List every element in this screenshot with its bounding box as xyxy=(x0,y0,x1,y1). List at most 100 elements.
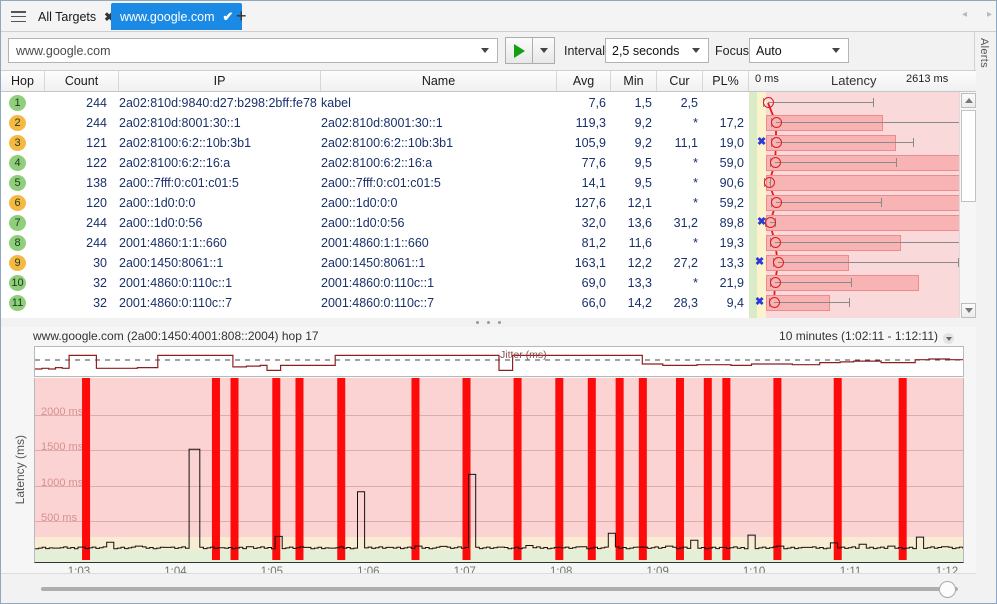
column-header-name[interactable]: Name xyxy=(321,71,557,91)
latency-column-title: Latency xyxy=(831,73,877,88)
nav-next-icon[interactable]: ▸ xyxy=(987,9,992,23)
packet-loss-bar xyxy=(272,378,281,560)
avg-cell: 14,1 xyxy=(581,176,606,190)
tab-all-targets[interactable]: All Targets ✖ xyxy=(29,3,123,30)
app-window: All Targets ✖ www.google.com ✔ + ◂ ▸ www… xyxy=(0,0,997,604)
ip-cell: 2a02:810d:8001:30::1 xyxy=(119,116,241,130)
scrollbar-handle[interactable] xyxy=(939,581,956,598)
latency-column-header: 0 ms Latency 2613 ms xyxy=(749,71,976,92)
hop-badge: 4 xyxy=(9,155,26,171)
column-header-hop[interactable]: Hop xyxy=(1,71,45,91)
interval-select[interactable]: 2,5 seconds xyxy=(605,38,709,63)
cur-cell: 11,1 xyxy=(674,136,698,150)
scrollbar-track[interactable] xyxy=(41,587,958,591)
column-header-min[interactable]: Min xyxy=(611,71,657,91)
avg-cell: 7,6 xyxy=(588,96,606,110)
latency-row: ✖ xyxy=(749,293,959,313)
latency-avg-marker xyxy=(773,257,784,268)
target-input[interactable]: www.google.com xyxy=(8,38,498,63)
latency-avg-marker xyxy=(771,197,782,208)
interval-value: 2,5 seconds xyxy=(612,43,680,58)
chevron-down-icon[interactable] xyxy=(481,48,489,53)
tab-label: www.google.com xyxy=(120,9,215,24)
pl-cell: 9,4 xyxy=(726,296,744,310)
column-header-ip[interactable]: IP xyxy=(119,71,321,91)
name-cell: 2a02:8100:6:2::16:a xyxy=(321,156,433,170)
column-header-count[interactable]: Count xyxy=(45,71,119,91)
avg-cell: 66,0 xyxy=(581,296,606,310)
latency-bars: ✖ ✖ ✖ ✖ xyxy=(749,92,976,318)
packet-loss-bar xyxy=(337,378,346,560)
avg-cell: 119,3 xyxy=(575,116,606,130)
min-cell: 1,5 xyxy=(634,96,652,110)
cur-cell: * xyxy=(693,276,698,290)
column-header-cur[interactable]: Cur xyxy=(657,71,703,91)
hop-cell: 4 xyxy=(1,153,45,173)
ip-cell: 2a00::1d0:0:56 xyxy=(119,216,203,230)
packet-loss-bar xyxy=(615,378,624,560)
count-cell: 244 xyxy=(86,116,107,130)
latency-avg-marker xyxy=(770,157,781,168)
cur-cell: 31,2 xyxy=(673,216,698,230)
pl-cell: 59,0 xyxy=(719,156,744,170)
start-options-button[interactable] xyxy=(533,37,555,64)
tab-google[interactable]: www.google.com ✔ xyxy=(111,3,243,30)
packet-loss-bar xyxy=(722,378,731,560)
count-cell: 30 xyxy=(93,256,107,270)
scroll-down-button[interactable] xyxy=(961,303,976,318)
hop-badge: 5 xyxy=(9,175,26,191)
pl-cell: 59,2 xyxy=(719,196,744,210)
packet-loss-bar xyxy=(898,378,907,560)
new-tab-button[interactable]: + xyxy=(236,7,247,25)
avg-cell: 127,6 xyxy=(574,196,606,210)
count-cell: 122 xyxy=(86,156,107,170)
check-icon: ✔ xyxy=(222,8,234,24)
scroll-up-button[interactable] xyxy=(961,93,976,108)
jitter-line xyxy=(35,354,963,371)
latency-row: ✖ xyxy=(749,133,959,153)
latency-axis-max: 2613 ms xyxy=(906,73,949,85)
column-header-avg[interactable]: Avg xyxy=(557,71,611,91)
count-cell: 32 xyxy=(93,276,107,290)
menu-icon[interactable] xyxy=(11,11,26,23)
ip-cell: 2a02:8100:6:2::16:a xyxy=(119,156,231,170)
detail-time-range[interactable]: 10 minutes (1:02:11 - 1:12:11) xyxy=(779,329,938,343)
focus-select[interactable]: Auto xyxy=(749,38,849,63)
packet-loss-bar xyxy=(513,378,522,560)
hop-badge: 9 xyxy=(9,255,26,271)
start-button[interactable] xyxy=(505,37,533,64)
jitter-plot xyxy=(35,354,963,371)
play-icon xyxy=(513,43,525,58)
packet-loss-marker: ✖ xyxy=(757,136,767,148)
packet-loss-bar xyxy=(773,378,782,560)
table-scrollbar[interactable] xyxy=(959,92,976,318)
latency-line xyxy=(35,448,963,550)
hop-cell: 2 xyxy=(1,113,45,133)
focus-value: Auto xyxy=(756,43,782,58)
nav-prev-icon[interactable]: ◂ xyxy=(962,9,967,23)
avg-cell: 163,1 xyxy=(574,256,606,270)
packet-loss-bar xyxy=(703,378,712,560)
packet-loss-bar xyxy=(638,378,647,560)
hop-badge: 10 xyxy=(9,275,26,291)
scrollbar-thumb[interactable] xyxy=(961,110,976,202)
hop-cell: 10 xyxy=(1,273,45,293)
avg-cell: 32,0 xyxy=(581,216,606,230)
hop-cell: 9 xyxy=(1,253,45,273)
column-header-pl[interactable]: PL% xyxy=(703,71,749,91)
latency-bar xyxy=(766,195,976,211)
packet-loss-bar xyxy=(411,378,420,560)
hop-cell: 3 xyxy=(1,133,45,153)
target-value[interactable]: www.google.com xyxy=(9,44,481,58)
timeline-scrollbar[interactable] xyxy=(1,573,976,603)
chevron-down-icon[interactable] xyxy=(943,333,954,344)
ip-cell: 2a00:1450:8061::1 xyxy=(119,256,224,270)
min-cell: 9,5 xyxy=(634,176,652,190)
name-cell: 2a00::7fff:0:c01:c01:5 xyxy=(321,176,441,190)
count-cell: 244 xyxy=(86,96,107,110)
alerts-sidebar[interactable]: Alerts xyxy=(974,32,996,603)
cur-cell: * xyxy=(693,176,698,190)
panel-splitter[interactable] xyxy=(1,318,976,327)
packet-loss-marker: ✖ xyxy=(755,296,765,308)
hop-cell: 8 xyxy=(1,233,45,253)
